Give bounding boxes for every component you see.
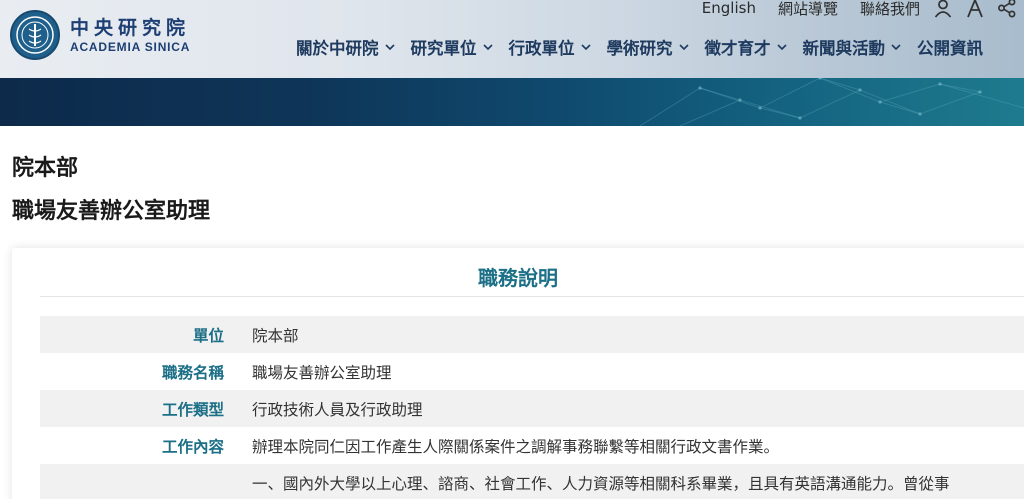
table-row: 一、國內外大學以上心理、諮商、社會工作、人力資源等相關科系畢業，且具有英語溝通能… xyxy=(40,464,1024,499)
row-label: 工作內容 xyxy=(161,437,224,456)
row-value: 一、國內外大學以上心理、諮商、社會工作、人力資源等相關科系畢業，且具有英語溝通能… xyxy=(252,474,950,493)
table-row: 單位 院本部 xyxy=(40,316,1024,353)
row-label: 工作類型 xyxy=(161,400,224,419)
logo-chinese-name: 中央研究院 xyxy=(70,17,191,39)
academia-sinica-seal-icon xyxy=(10,10,60,60)
job-title: 職場友善辦公室助理 xyxy=(12,199,211,224)
row-value: 職場友善辦公室助理 xyxy=(252,363,392,382)
row-value: 院本部 xyxy=(252,326,299,345)
table-row: 職務名稱 職場友善辦公室助理 xyxy=(40,353,1024,390)
department-title: 院本部 xyxy=(12,156,79,181)
nav-research-units[interactable]: 研究單位 xyxy=(411,35,493,59)
utility-bar: English 網站導覽 聯絡我們 xyxy=(702,0,1018,20)
font-size-icon[interactable] xyxy=(964,0,986,19)
row-label: 職務名稱 xyxy=(161,363,224,382)
site-logo[interactable]: 中央研究院 ACADEMIA SINICA xyxy=(10,10,190,60)
banner-network-pattern xyxy=(639,78,1024,126)
row-label: 單位 xyxy=(192,326,224,345)
divider xyxy=(40,296,1024,297)
nav-admin-units[interactable]: 行政單位 xyxy=(509,35,591,59)
nav-about[interactable]: 關於中研院 xyxy=(296,35,395,59)
chevron-down-icon xyxy=(678,44,689,51)
chevron-down-icon xyxy=(776,44,787,51)
chevron-down-icon xyxy=(482,44,493,51)
chevron-down-icon xyxy=(580,44,591,51)
sitemap-link[interactable]: 網站導覽 xyxy=(778,0,838,19)
chevron-down-icon xyxy=(384,44,395,51)
card-heading: 職務說明 xyxy=(478,266,558,290)
share-icon[interactable] xyxy=(996,0,1018,19)
nav-careers[interactable]: 徵才育才 xyxy=(705,35,787,59)
main-nav: 關於中研院 研究單位 行政單位 學術研究 徵才育才 新聞與活動 公開資訊 xyxy=(296,35,999,59)
job-description-card: 職務說明 單位 院本部 職務名稱 職場友善辦公室助理 工作類型 行政技術人員及行… xyxy=(12,248,1024,499)
table-row: 工作類型 行政技術人員及行政助理 xyxy=(40,390,1024,427)
logo-english-name: ACADEMIA SINICA xyxy=(70,40,191,54)
english-link[interactable]: English xyxy=(702,0,756,17)
hero-banner xyxy=(0,78,1024,126)
table-row: 工作內容 辦理本院同仁因工作產生人際關係案件之調解事務聯繫等相關行政文書作業。 xyxy=(40,427,1024,464)
contact-link[interactable]: 聯絡我們 xyxy=(860,0,920,19)
nav-news-events[interactable]: 新聞與活動 xyxy=(803,35,902,59)
row-value: 行政技術人員及行政助理 xyxy=(252,400,423,419)
site-header: 中央研究院 ACADEMIA SINICA English 網站導覽 聯絡我們 … xyxy=(0,0,1024,78)
chevron-down-icon xyxy=(891,44,901,51)
row-value: 辦理本院同仁因工作產生人際關係案件之調解事務聯繫等相關行政文書作業。 xyxy=(252,437,780,456)
user-icon[interactable] xyxy=(932,0,954,19)
nav-public-info[interactable]: 公開資訊 xyxy=(917,35,983,59)
job-details-table: 單位 院本部 職務名稱 職場友善辦公室助理 工作類型 行政技術人員及行政助理 工… xyxy=(40,316,1024,499)
nav-academic-research[interactable]: 學術研究 xyxy=(607,35,689,59)
